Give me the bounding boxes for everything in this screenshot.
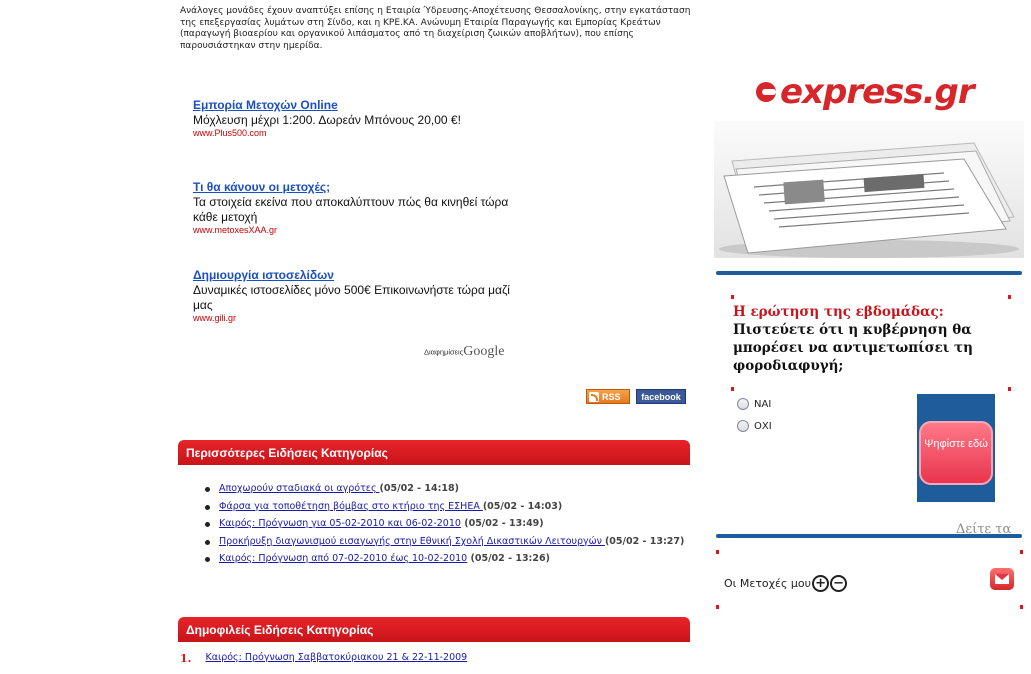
my-stocks-widget: Οι Μετοχές μου + − xyxy=(724,575,848,592)
express-logo-text: express.gr xyxy=(780,72,975,112)
newspapers-image xyxy=(714,121,1024,258)
express-swoosh-icon xyxy=(756,82,776,102)
popular-news-heading: Δημοφιλείς Ειδήσεις Κατηγορίας xyxy=(178,617,690,642)
poll-corner-mark xyxy=(1008,387,1011,391)
social-badges: RSS facebook xyxy=(586,389,686,404)
portfolio-corner-mark xyxy=(1020,605,1023,609)
popular-news-link[interactable]: Καιρός: Πρόγνωση Σαββατοκύριακου 21 & 22… xyxy=(205,652,467,665)
poll-top-divider xyxy=(716,271,1022,275)
news-date: (05/02 - 14:03) xyxy=(482,500,563,512)
google-logo: Google xyxy=(463,343,505,359)
list-item: Φάρσα για τοποθέτηση βόμβας στο κτήριο τ… xyxy=(205,501,685,513)
poll-corner-mark xyxy=(731,295,734,299)
ad-url-link[interactable]: www.gili.gr xyxy=(193,313,513,324)
envelope-icon xyxy=(995,574,1009,584)
rss-label: RSS xyxy=(602,391,621,402)
mail-icon[interactable] xyxy=(990,568,1014,590)
rss-button[interactable]: RSS xyxy=(586,389,630,404)
ad-description: Τα στοιχεία εκείνα που αποκαλύπτουν πώς … xyxy=(193,195,509,224)
ad-url-link[interactable]: www.metoxesXAA.gr xyxy=(193,225,523,236)
news-date: (05/02 - 13:26) xyxy=(467,553,550,564)
list-item: Προκήρυξη διαγωνισμού εισαγωγής στην Εθν… xyxy=(205,536,685,548)
poll-corner-mark xyxy=(1008,295,1011,299)
radio-button[interactable] xyxy=(737,398,749,410)
newspaper-stack-icon xyxy=(719,142,1019,258)
poll-option-label: ΟΧΙ xyxy=(754,420,772,432)
express-logo[interactable]: express.gr xyxy=(756,72,975,112)
remove-stock-button[interactable]: − xyxy=(830,575,848,592)
poll-option-label: ΝΑΙ xyxy=(754,398,772,410)
portfolio-corner-mark xyxy=(716,550,719,554)
popular-news-item: 1. Καιρός: Πρόγνωση Σαββατοκύριακου 21 &… xyxy=(180,652,467,665)
poll-option-no[interactable]: ΟΧΙ xyxy=(737,420,772,432)
poll-options: ΝΑΙ ΟΧΙ xyxy=(737,398,772,442)
news-date: (05/02 - 13:49) xyxy=(460,518,544,529)
ad-url-link[interactable]: www.Plus500.com xyxy=(193,128,533,139)
list-item: Αποχωρούν σταδιακά οι αγρότες (05/02 - 1… xyxy=(205,483,685,495)
ad-block: Εμπορία Μετοχών Online Μόχλευση μέχρι 1:… xyxy=(193,98,533,139)
list-item: Καιρός: Πρόγνωση από 07-02-2010 έως 10-0… xyxy=(205,553,685,565)
poll-title: Η ερώτηση της εβδομάδας: xyxy=(733,304,944,320)
news-date: (05/02 - 14:18) xyxy=(379,483,459,494)
ad-title-link[interactable]: Τι θα κάνουν οι μετοχές; xyxy=(193,180,523,195)
add-stock-button[interactable]: + xyxy=(812,575,830,592)
ad-title-link[interactable]: Εμπορία Μετοχών Online xyxy=(193,98,533,113)
vote-button[interactable]: Ψηφίστε εδώ xyxy=(919,421,993,485)
weekly-poll: Η ερώτηση της εβδομάδας: Πιστεύετε ότι η… xyxy=(733,304,1003,375)
my-stocks-label: Οι Μετοχές μου xyxy=(724,577,812,590)
news-link[interactable]: Φάρσα για τοποθέτηση βόμβας στο κτήριο τ… xyxy=(219,501,483,512)
news-link[interactable]: Καιρός: Πρόγνωση για 05-02-2010 και 06-0… xyxy=(219,518,461,529)
news-link[interactable]: Καιρός: Πρόγνωση από 07-02-2010 έως 10-0… xyxy=(219,553,467,564)
more-news-list: Αποχωρούν σταδιακά οι αγρότες (05/02 - 1… xyxy=(205,483,685,571)
rss-feed-icon xyxy=(589,391,599,402)
ads-by-google[interactable]: ΔιαφημίσειςGoogle xyxy=(424,343,505,361)
ad-block: Δημιουργία ιστοσελίδων Δυναμικές ιστοσελ… xyxy=(193,268,513,324)
rank-number: 1. xyxy=(180,652,192,665)
more-news-heading: Περισσότερες Ειδήσεις Κατηγορίας xyxy=(178,440,690,465)
news-link[interactable]: Αποχωρούν σταδιακά οι αγρότες xyxy=(219,483,380,494)
facebook-label: facebook xyxy=(641,391,681,402)
news-date: (05/02 - 13:27) xyxy=(604,535,685,547)
portfolio-corner-mark xyxy=(1020,550,1023,554)
radio-button[interactable] xyxy=(737,420,749,432)
ad-description: Δυναμικές ιστοσελίδες μόνο 500€ Επικοινω… xyxy=(193,283,510,312)
poll-corner-mark xyxy=(731,387,734,391)
ad-description: Μόχλευση μέχρι 1:200. Δωρεάν Μπόνους 20,… xyxy=(193,113,461,127)
poll-question: Πιστεύετε ότι η κυβέρνηση θα μπορέσει να… xyxy=(733,322,973,374)
news-link[interactable]: Προκήρυξη διαγωνισμού εισαγωγής στην Εθν… xyxy=(219,536,605,547)
list-item: Καιρός: Πρόγνωση για 05-02-2010 και 06-0… xyxy=(205,518,685,530)
ads-by-label: Διαφημίσεις xyxy=(424,347,464,357)
portfolio-corner-mark xyxy=(716,605,719,609)
portfolio-divider xyxy=(716,534,1022,538)
article-intro-text: Ανάλογες μονάδες έχουν αναπτύξει επίσης … xyxy=(180,6,691,51)
poll-option-yes[interactable]: ΝΑΙ xyxy=(737,398,772,410)
ad-title-link[interactable]: Δημιουργία ιστοσελίδων xyxy=(193,268,513,283)
ad-block: Τι θα κάνουν οι μετοχές; Τα στοιχεία εκε… xyxy=(193,180,523,236)
facebook-button[interactable]: facebook xyxy=(636,389,686,404)
